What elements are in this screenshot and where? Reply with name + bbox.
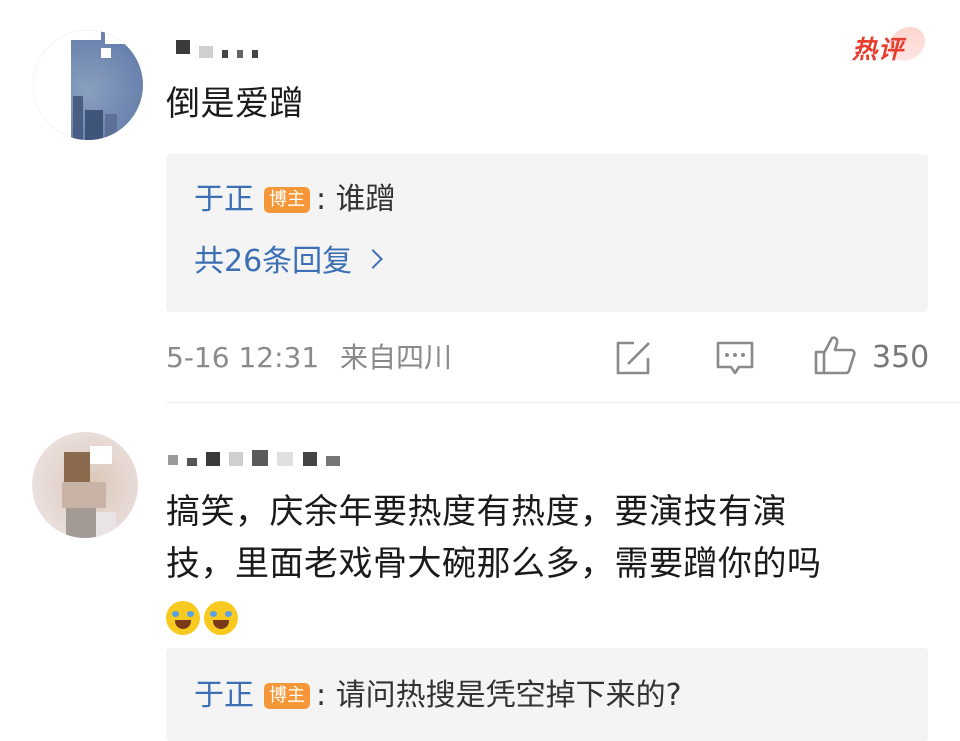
comment-text: 搞笑，庆余年要热度有热度，要演技有演 技，里面老戏骨大碗那么多，需要蹭你的吗: [166, 486, 956, 642]
divider: [166, 402, 960, 403]
like-count: 350: [872, 340, 930, 375]
reply-box[interactable]: 于正 博主: 谁蹭 共26条回复: [166, 154, 928, 312]
location: 来自四川: [340, 341, 453, 374]
avatar[interactable]: [32, 432, 138, 538]
username[interactable]: [168, 446, 344, 468]
reply-author[interactable]: 于正: [194, 182, 254, 217]
share-icon[interactable]: [614, 340, 652, 376]
reply-line: 于正 博主: 请问热搜是凭空掉下来的?: [194, 676, 682, 716]
reply-author[interactable]: 于正: [194, 678, 254, 713]
reply-box[interactable]: 于正 博主: 请问热搜是凭空掉下来的?: [166, 648, 928, 741]
reply-separator: :: [316, 678, 327, 713]
hot-comment-badge: 热评: [852, 21, 929, 67]
username[interactable]: [176, 36, 262, 58]
reply-line: 于正 博主: 谁蹭: [194, 180, 396, 220]
comment-text: 倒是爱蹭: [166, 84, 304, 124]
reply-separator: :: [316, 182, 327, 217]
blogger-badge: 博主: [264, 187, 310, 213]
laugh-cry-emoji-icon: [204, 600, 238, 635]
reply-text: 谁蹭: [335, 182, 396, 217]
comment-icon[interactable]: [715, 340, 755, 378]
reply-text: 请问热搜是凭空掉下来的?: [335, 678, 682, 713]
emoji-row: [166, 590, 956, 642]
blogger-badge: 博主: [264, 683, 310, 709]
chevron-right-icon: [363, 249, 384, 269]
view-replies-link[interactable]: 共26条回复: [194, 242, 384, 282]
timestamp: 5-16 12:31: [166, 341, 320, 374]
comment-meta: 5-16 12:31 来自四川: [166, 338, 452, 378]
thumbs-up-icon[interactable]: [813, 334, 857, 376]
laugh-cry-emoji-icon: [166, 600, 200, 635]
avatar[interactable]: [33, 30, 143, 140]
